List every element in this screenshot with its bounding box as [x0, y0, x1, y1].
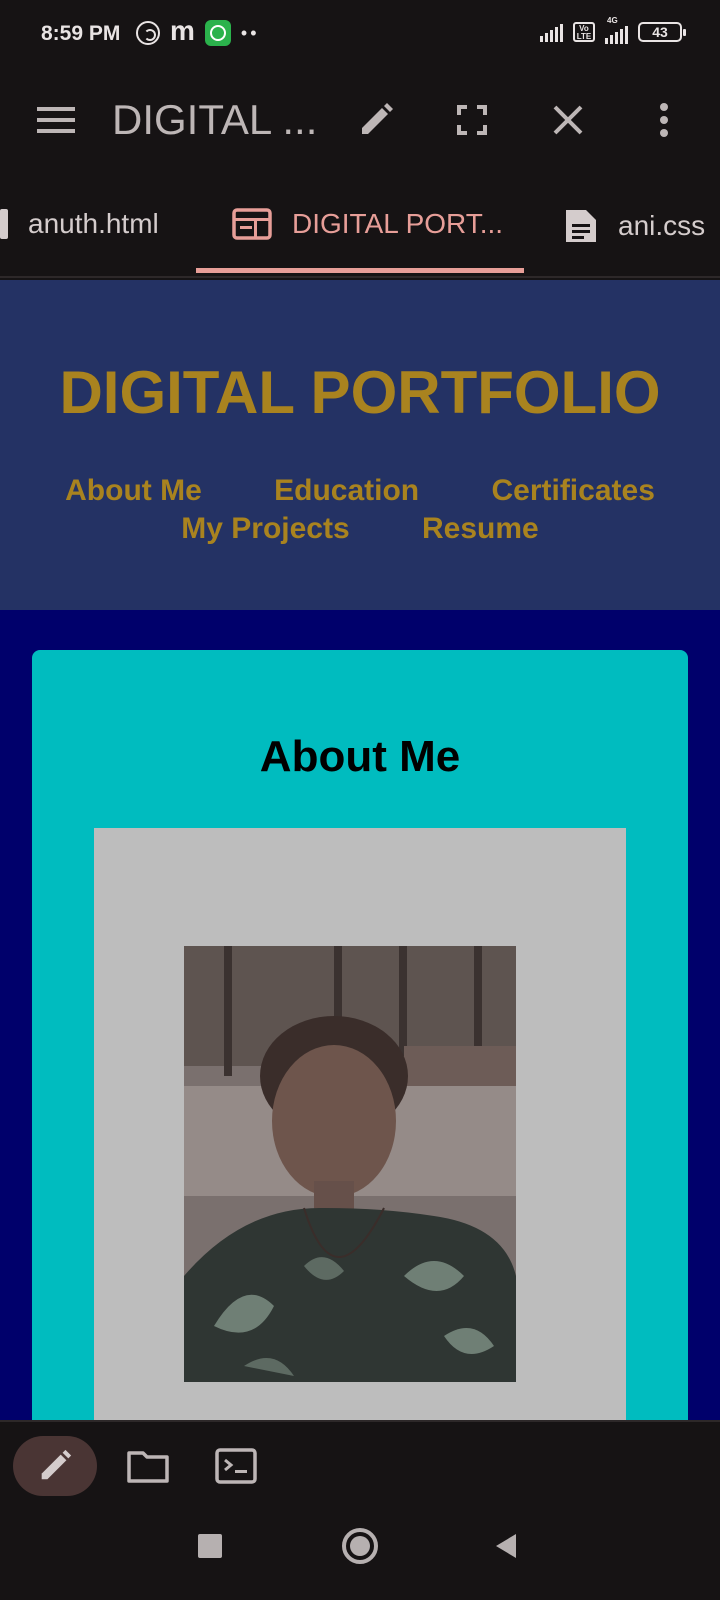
notification-icons: m ••	[136, 15, 260, 46]
tab-label: ani.css	[618, 210, 706, 241]
about-me-heading: About Me	[259, 732, 461, 781]
nav-my-projects[interactable]: My Projects	[181, 510, 349, 548]
tab-label: anuth.html	[28, 208, 159, 239]
m-app-icon: m	[170, 15, 195, 46]
tab-label: DIGITAL PORT...	[292, 208, 504, 239]
file-tabs: anuth.html DIGITAL PORT... ani.css	[0, 168, 720, 278]
system-status-icons: Vo LTE 4G 43	[540, 16, 686, 44]
terminal-button[interactable]	[208, 1436, 264, 1496]
network-type-label: 4G	[607, 16, 618, 25]
about-me-section: About Me	[32, 650, 688, 1420]
signal-icon	[540, 22, 563, 42]
fullscreen-icon[interactable]	[444, 92, 500, 148]
portfolio-title: DIGITAL PORTFOLIO	[59, 359, 661, 426]
file-icon	[0, 209, 8, 239]
whatsapp-icon	[204, 20, 231, 46]
close-icon[interactable]	[540, 92, 596, 148]
recents-icon[interactable]	[198, 1534, 222, 1558]
nav-certificates[interactable]: Certificates	[491, 472, 654, 510]
bottom-toolbar	[0, 1420, 720, 1510]
tab-divider	[0, 276, 720, 278]
more-vert-icon[interactable]	[636, 92, 692, 148]
portfolio-header: DIGITAL PORTFOLIO About Me Education Cer…	[0, 280, 720, 610]
app-title: DIGITAL ...	[112, 96, 318, 143]
4g-signal-icon: 4G	[605, 16, 628, 44]
tab-digital-portfolio[interactable]: DIGITAL PORT...	[232, 208, 503, 240]
editor-mode-button[interactable]	[13, 1436, 97, 1496]
active-tab-indicator	[196, 268, 524, 273]
document-icon	[566, 210, 596, 242]
edit-icon[interactable]	[348, 92, 404, 148]
browser-preview-icon	[232, 208, 272, 240]
battery-icon: 43	[638, 22, 686, 42]
app-bar: DIGITAL ...	[0, 72, 720, 168]
nav-about-me[interactable]: About Me	[65, 472, 202, 510]
nav-education[interactable]: Education	[274, 472, 419, 510]
portfolio-nav: About Me Education Certificates My Proje…	[0, 472, 720, 548]
tab-ani-css[interactable]: ani.css	[562, 208, 705, 244]
edit-icon	[41, 1449, 72, 1480]
tab-anuth-html[interactable]: anuth.html	[0, 208, 159, 240]
whatsapp-outline-icon	[136, 21, 160, 45]
photo-frame	[94, 828, 626, 1420]
status-bar: 8:59 PM m •• Vo LTE 4G 43	[0, 0, 720, 72]
files-button[interactable]	[120, 1436, 176, 1496]
status-time: 8:59 PM	[41, 22, 121, 45]
nav-resume[interactable]: Resume	[422, 510, 539, 548]
back-icon[interactable]	[494, 1532, 518, 1560]
more-dots-icon: ••	[240, 22, 260, 43]
volte-icon: Vo LTE	[573, 22, 595, 42]
webpage-preview[interactable]: DIGITAL PORTFOLIO About Me Education Cer…	[0, 280, 720, 1420]
menu-icon[interactable]	[28, 92, 84, 148]
home-icon[interactable]	[342, 1528, 378, 1564]
system-navigation-bar	[0, 1510, 720, 1600]
terminal-icon	[215, 1448, 257, 1484]
folder-icon	[127, 1451, 169, 1483]
profile-photo	[184, 946, 516, 1382]
